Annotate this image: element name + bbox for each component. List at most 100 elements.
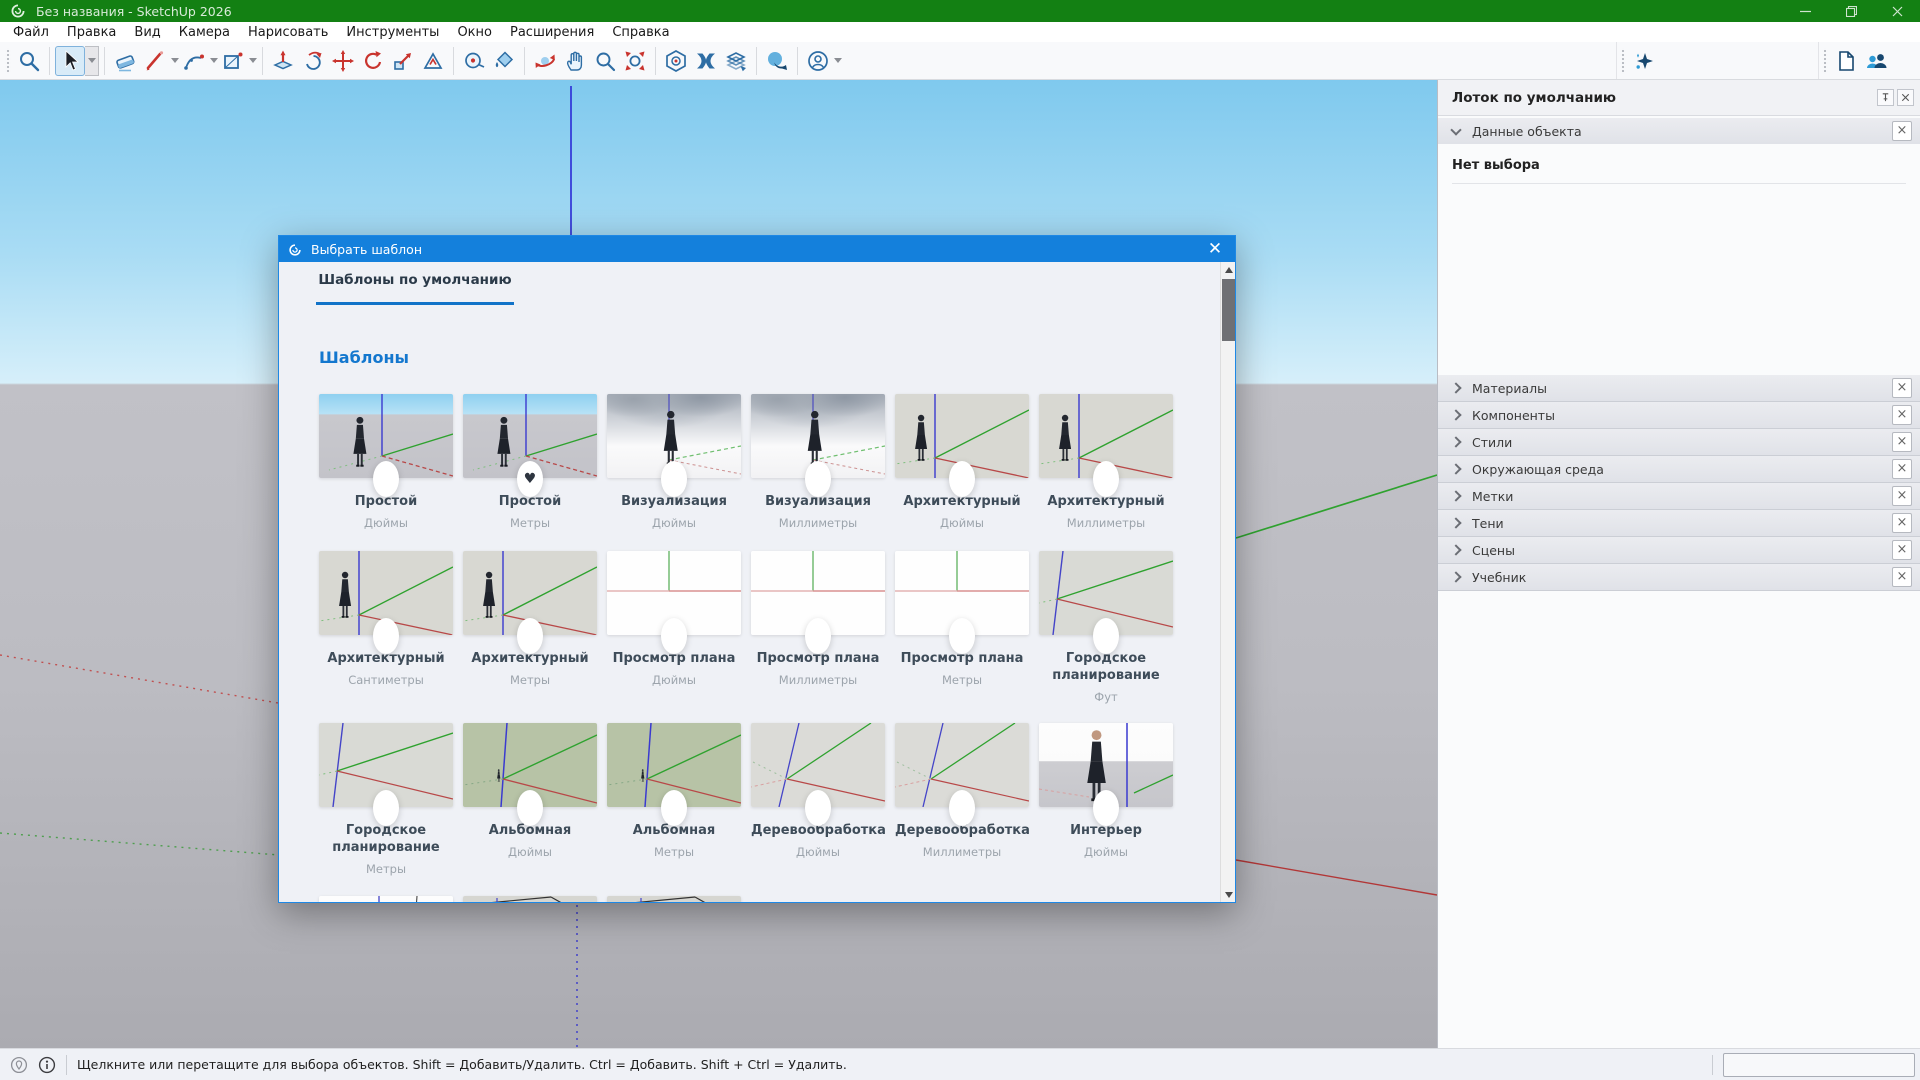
template-thumbnail[interactable] xyxy=(751,723,885,807)
toolbar-drag-handle[interactable] xyxy=(1620,48,1626,74)
tool-arc-caret[interactable] xyxy=(210,58,218,63)
section-object-data[interactable]: Данные объекта × xyxy=(1438,118,1920,145)
template-card[interactable]: Архитектурный Дюймы xyxy=(895,394,1029,530)
tool-components[interactable] xyxy=(721,46,751,76)
menu-item-edit[interactable]: Правка xyxy=(58,24,125,41)
tool-move[interactable] xyxy=(328,46,358,76)
template-card[interactable]: ♥Простой Метры xyxy=(463,394,597,530)
template-card[interactable]: Архитектурный Метры xyxy=(463,551,597,704)
tool-select[interactable] xyxy=(55,46,85,76)
template-card[interactable]: Альбомная Дюймы xyxy=(463,723,597,876)
template-thumbnail[interactable] xyxy=(895,723,1029,807)
tool-search[interactable] xyxy=(14,46,44,76)
favorite-toggle[interactable] xyxy=(661,790,687,826)
section-close-button[interactable]: × xyxy=(1892,567,1912,587)
section-materials[interactable]: Материалы × xyxy=(1438,375,1920,402)
menu-item-window[interactable]: Окно xyxy=(448,24,501,41)
tray-close-button[interactable] xyxy=(1897,89,1914,106)
geolocation-icon[interactable] xyxy=(10,1056,28,1074)
favorite-toggle[interactable] xyxy=(1093,461,1119,497)
tool-eraser[interactable] xyxy=(110,46,140,76)
favorite-toggle[interactable] xyxy=(805,790,831,826)
template-thumbnail[interactable] xyxy=(463,723,597,807)
tray-pin-button[interactable] xyxy=(1877,89,1894,106)
tool-3d-warehouse[interactable] xyxy=(661,46,691,76)
favorite-toggle[interactable]: ♥ xyxy=(517,461,543,497)
template-card[interactable] xyxy=(607,896,741,903)
tool-paint-bucket[interactable] xyxy=(489,46,519,76)
tool-rectangle[interactable] xyxy=(218,46,248,76)
tool-rotate[interactable] xyxy=(358,46,388,76)
tool-account-caret[interactable] xyxy=(834,58,842,63)
template-card[interactable] xyxy=(319,896,453,903)
menu-item-view[interactable]: Вид xyxy=(125,24,169,41)
section-components[interactable]: Компоненты × xyxy=(1438,402,1920,429)
section-tags[interactable]: Метки × xyxy=(1438,483,1920,510)
template-thumbnail[interactable] xyxy=(895,394,1029,478)
template-thumbnail[interactable] xyxy=(319,551,453,635)
favorite-toggle[interactable] xyxy=(949,461,975,497)
favorite-toggle[interactable] xyxy=(1093,790,1119,826)
template-card[interactable]: Визуализация Дюймы xyxy=(607,394,741,530)
menu-item-tools[interactable]: Инструменты xyxy=(337,24,448,41)
tool-pan[interactable] xyxy=(560,46,590,76)
section-styles[interactable]: Стили × xyxy=(1438,429,1920,456)
dialog-close-button[interactable]: ✕ xyxy=(1195,236,1235,262)
tool-rectangle-caret[interactable] xyxy=(249,58,257,63)
favorite-toggle[interactable] xyxy=(517,790,543,826)
template-card[interactable]: Архитектурный Миллиметры xyxy=(1039,394,1173,530)
tool-offset[interactable] xyxy=(418,46,448,76)
tool-follow-me[interactable] xyxy=(298,46,328,76)
tool-tape-measure[interactable] xyxy=(459,46,489,76)
template-card[interactable]: Простой Дюймы xyxy=(319,394,453,530)
tool-orbit[interactable] xyxy=(530,46,560,76)
template-card[interactable]: Деревообработка Дюймы xyxy=(751,723,885,876)
template-card[interactable]: Визуализация Миллиметры xyxy=(751,394,885,530)
tool-new-file[interactable] xyxy=(1831,46,1861,76)
tool-line[interactable] xyxy=(140,46,170,76)
tool-zoom-extents[interactable] xyxy=(620,46,650,76)
close-button[interactable] xyxy=(1874,0,1920,22)
template-card[interactable]: Просмотр плана Метры xyxy=(895,551,1029,704)
template-thumbnail[interactable] xyxy=(1039,551,1173,635)
section-close-button[interactable]: × xyxy=(1892,405,1912,425)
tool-ai-assistant[interactable] xyxy=(1629,46,1659,76)
tool-extension-warehouse[interactable] xyxy=(691,46,721,76)
scroll-down-button[interactable] xyxy=(1221,887,1236,902)
menu-item-file[interactable]: Файл xyxy=(4,24,58,41)
menu-item-draw[interactable]: Нарисовать xyxy=(239,24,337,41)
toolbar-drag-handle[interactable] xyxy=(1822,48,1828,74)
template-thumbnail[interactable] xyxy=(319,394,453,478)
tool-line-caret[interactable] xyxy=(171,58,179,63)
tool-push-pull[interactable] xyxy=(268,46,298,76)
tool-collaborate[interactable] xyxy=(1861,46,1891,76)
template-card[interactable]: Просмотр плана Дюймы xyxy=(607,551,741,704)
toolbar-drag-handle[interactable] xyxy=(5,48,11,74)
section-close-button[interactable]: × xyxy=(1892,513,1912,533)
template-card[interactable]: Интерьер Дюймы xyxy=(1039,723,1173,876)
favorite-toggle[interactable] xyxy=(373,461,399,497)
info-icon[interactable] xyxy=(38,1056,56,1074)
template-thumbnail[interactable] xyxy=(319,723,453,807)
restore-button[interactable] xyxy=(1828,0,1874,22)
tab-default-templates[interactable]: Шаблоны по умолчанию xyxy=(316,272,514,305)
section-close-button[interactable]: × xyxy=(1892,486,1912,506)
measurements-input[interactable] xyxy=(1723,1053,1915,1077)
template-card[interactable]: Городское планирование Фут xyxy=(1039,551,1173,704)
template-thumbnail[interactable]: ♥ xyxy=(463,394,597,478)
favorite-toggle[interactable] xyxy=(661,618,687,654)
template-card[interactable]: Альбомная Метры xyxy=(607,723,741,876)
favorite-toggle[interactable] xyxy=(949,790,975,826)
template-thumbnail[interactable] xyxy=(751,551,885,635)
scroll-up-button[interactable] xyxy=(1221,262,1236,277)
section-close-button[interactable]: × xyxy=(1892,432,1912,452)
tool-scale[interactable] xyxy=(388,46,418,76)
scrollbar-thumb[interactable] xyxy=(1222,279,1235,341)
template-thumbnail[interactable] xyxy=(607,723,741,807)
menu-item-camera[interactable]: Камера xyxy=(170,24,239,41)
template-thumbnail[interactable] xyxy=(751,394,885,478)
favorite-toggle[interactable] xyxy=(949,618,975,654)
template-thumbnail[interactable] xyxy=(1039,394,1173,478)
tool-arc[interactable] xyxy=(179,46,209,76)
favorite-toggle[interactable] xyxy=(661,461,687,497)
